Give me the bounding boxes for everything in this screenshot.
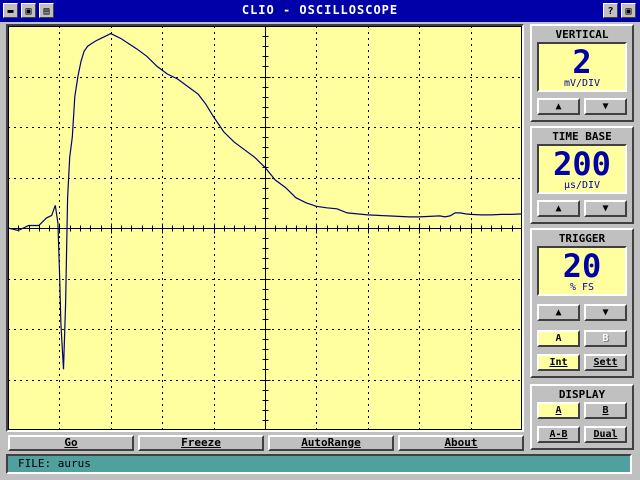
trigger-channel-b-button[interactable]: B <box>584 330 627 347</box>
arrow-up-icon: ▲ <box>555 203 562 214</box>
display-b-button[interactable]: B <box>584 402 627 419</box>
oscilloscope-screen <box>8 26 522 430</box>
timebase-title: TIME BASE <box>552 130 612 143</box>
timebase-display: 200 µs/DIV <box>537 144 627 194</box>
autorange-button[interactable]: AutoRange <box>268 435 394 451</box>
display-dual-button[interactable]: Dual <box>584 426 627 443</box>
about-button[interactable]: About <box>398 435 524 451</box>
vertical-title: VERTICAL <box>555 28 609 41</box>
trigger-up-button[interactable]: ▲ <box>537 304 580 321</box>
display-a-button[interactable]: A <box>537 402 580 419</box>
vertical-display: 2 mV/DIV <box>537 42 627 92</box>
window-title: CLIO - OSCILLOSCOPE <box>241 3 399 17</box>
arrow-up-icon: ▲ <box>555 307 562 318</box>
arrow-down-icon: ▼ <box>602 203 609 214</box>
oscilloscope-plot <box>8 26 522 430</box>
display-title: DISPLAY <box>558 388 606 401</box>
oscilloscope-window: ▬ ▣ ▤ CLIO - OSCILLOSCOPE ? ▣ Go Freeze … <box>0 0 640 480</box>
vertical-up-button[interactable]: ▲ <box>537 98 580 115</box>
timebase-unit: µs/DIV <box>563 180 601 191</box>
vertical-down-button[interactable]: ▼ <box>584 98 627 115</box>
arrow-down-icon: ▼ <box>602 101 609 112</box>
trigger-down-button[interactable]: ▼ <box>584 304 627 321</box>
arrow-down-icon: ▼ <box>602 307 609 318</box>
trigger-value: 20 <box>562 247 602 285</box>
title-bar: ▬ ▣ ▤ CLIO - OSCILLOSCOPE ? ▣ <box>0 0 640 22</box>
status-bar: FILE: aurus <box>6 454 632 474</box>
help-button[interactable]: ? <box>603 3 618 18</box>
file-status: FILE: aurus <box>18 457 91 470</box>
close-icon[interactable]: ▣ <box>621 3 636 18</box>
trigger-unit: % FS <box>569 282 595 293</box>
go-button[interactable]: Go <box>8 435 134 451</box>
trigger-panel: TRIGGER 20 % FS ▲ ▼ A B Int Sett <box>530 228 634 378</box>
timebase-down-button[interactable]: ▼ <box>584 200 627 217</box>
vertical-value: 2 <box>572 43 592 81</box>
timebase-panel: TIME BASE 200 µs/DIV ▲ ▼ <box>530 126 634 224</box>
arrow-up-icon: ▲ <box>555 101 562 112</box>
vertical-panel: VERTICAL 2 mV/DIV ▲ ▼ <box>530 24 634 122</box>
vertical-unit: mV/DIV <box>563 78 601 89</box>
display-panel: DISPLAY A B A-B Dual <box>530 384 634 450</box>
trigger-channel-a-button[interactable]: A <box>537 330 580 347</box>
freeze-button[interactable]: Freeze <box>138 435 264 451</box>
trigger-display: 20 % FS <box>537 246 627 296</box>
trigger-internal-button[interactable]: Int <box>537 354 580 371</box>
trigger-settings-button[interactable]: Sett <box>584 354 627 371</box>
timebase-up-button[interactable]: ▲ <box>537 200 580 217</box>
timebase-value: 200 <box>553 145 611 183</box>
display-a-minus-b-button[interactable]: A-B <box>537 426 580 443</box>
trigger-title: TRIGGER <box>558 232 606 245</box>
